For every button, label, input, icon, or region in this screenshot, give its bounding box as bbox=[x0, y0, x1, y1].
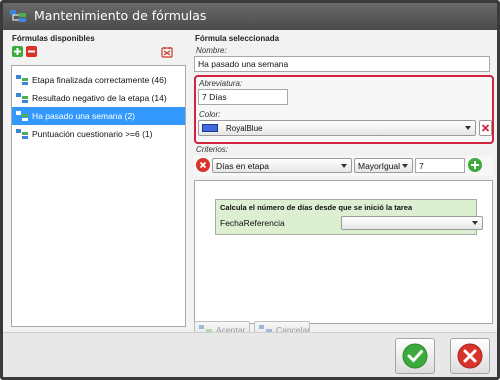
color-swatch bbox=[202, 124, 218, 132]
list-item[interactable]: Puntuación cuestionario >=6 (1) bbox=[12, 125, 185, 143]
criterion-operator-value: MayorIgual bbox=[358, 160, 401, 171]
title-bar: Mantenimiento de fórmulas bbox=[3, 3, 497, 30]
chevron-down-icon bbox=[472, 221, 478, 225]
add-criterion-button[interactable] bbox=[468, 158, 482, 172]
close-icon bbox=[481, 124, 490, 132]
plus-icon bbox=[14, 48, 21, 55]
chevron-down-icon bbox=[465, 126, 471, 130]
parameter-label: FechaReferencia bbox=[220, 218, 285, 228]
criterion-field-select[interactable]: Días en etapa bbox=[212, 158, 352, 173]
list-item-selected[interactable]: Ha pasado una semana (2) bbox=[12, 107, 185, 125]
available-formulas-title: Fórmulas disponibles bbox=[12, 34, 95, 43]
name-field[interactable]: Ha pasado una semana bbox=[194, 56, 490, 72]
tools-icon bbox=[161, 46, 173, 58]
remove-formula-button[interactable] bbox=[26, 46, 37, 57]
criterion-field-value: Días en etapa bbox=[216, 160, 269, 171]
list-item[interactable]: Resultado negativo de la etapa (14) bbox=[12, 89, 185, 107]
criteria-label: Criterios: bbox=[196, 145, 229, 154]
checkmark-icon bbox=[402, 343, 428, 369]
close-icon bbox=[457, 343, 483, 369]
chevron-down-icon bbox=[402, 163, 408, 168]
highlighted-abbreviation-color-group: Abreviatura: 7 Días Color: RoyalBlue bbox=[194, 75, 494, 144]
color-label: Color: bbox=[199, 110, 221, 119]
window-title: Mantenimiento de fórmulas bbox=[34, 8, 207, 23]
plus-icon bbox=[471, 161, 479, 169]
selected-formula-panel: Fórmula seleccionada Nombre: Ha pasado u… bbox=[191, 30, 494, 332]
parameter-select[interactable] bbox=[341, 216, 483, 230]
add-formula-button[interactable] bbox=[12, 46, 23, 57]
formula-item-label: Puntuación cuestionario >=6 (1) bbox=[32, 129, 153, 139]
ok-button[interactable] bbox=[395, 338, 435, 374]
color-value: RoyalBlue bbox=[226, 123, 263, 133]
cancel-button[interactable] bbox=[450, 338, 490, 374]
criteria-panel: Calcula el número de días desde que se i… bbox=[194, 180, 493, 324]
formula-item-label: Resultado negativo de la etapa (14) bbox=[32, 93, 167, 103]
available-formulas-panel: Fórmulas disponibles Etapa finalizada co… bbox=[8, 30, 188, 332]
clear-color-button[interactable] bbox=[479, 120, 492, 136]
criterion-operator-select[interactable]: MayorIgual bbox=[354, 158, 413, 173]
selected-formula-title: Fórmula seleccionada bbox=[195, 34, 280, 43]
dialog-button-bar bbox=[3, 332, 497, 377]
abbreviation-label: Abreviatura: bbox=[199, 79, 243, 88]
minus-icon bbox=[28, 50, 35, 53]
list-item[interactable]: Etapa finalizada correctamente (46) bbox=[12, 71, 185, 89]
criterion-parameters-panel: Calcula el número de días desde que se i… bbox=[215, 199, 483, 235]
criterion-row: Días en etapa MayorIgual 7 bbox=[194, 156, 493, 176]
formula-tree-icon bbox=[16, 93, 28, 103]
name-label: Nombre: bbox=[196, 46, 227, 55]
remove-criterion-button[interactable] bbox=[196, 158, 210, 172]
criterion-description: Calcula el número de días desde que se i… bbox=[220, 203, 413, 212]
abbreviation-field[interactable]: 7 Días bbox=[198, 89, 288, 105]
formula-item-label: Etapa finalizada correctamente (46) bbox=[32, 75, 167, 85]
formula-tree-icon bbox=[16, 111, 28, 121]
formula-maintenance-window: Mantenimiento de fórmulas Fórmulas dispo… bbox=[0, 0, 500, 380]
formula-tree-icon bbox=[10, 10, 26, 22]
chevron-down-icon bbox=[341, 163, 347, 168]
formula-list[interactable]: Etapa finalizada correctamente (46) Resu… bbox=[11, 65, 186, 327]
formula-tree-icon bbox=[16, 129, 28, 139]
criterion-value-field[interactable]: 7 bbox=[415, 158, 465, 173]
formula-tree-icon bbox=[16, 75, 28, 85]
formula-tools-button[interactable] bbox=[161, 46, 173, 58]
color-select[interactable]: RoyalBlue bbox=[198, 120, 476, 136]
formula-item-label: Ha pasado una semana (2) bbox=[32, 111, 136, 121]
close-icon bbox=[199, 161, 207, 169]
